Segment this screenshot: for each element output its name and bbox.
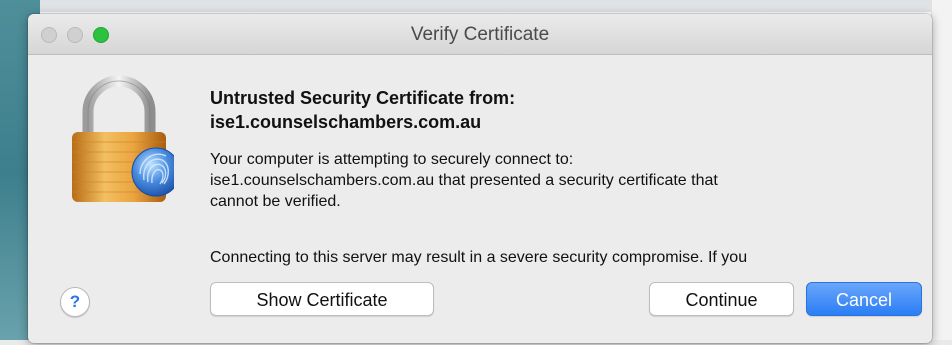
headline-line-1: Untrusted Security Certificate from:	[210, 88, 516, 108]
background-window-edge	[931, 0, 952, 345]
window-title: Verify Certificate	[410, 24, 550, 45]
message-line-1: Your computer is attempting to securely …	[210, 151, 574, 168]
message-line-3: cannot be verified.	[210, 193, 341, 210]
dialog-message: Your computer is attempting to securely …	[210, 149, 900, 212]
verify-certificate-dialog: Verify Certificate Untrusted Security Ce…	[28, 14, 932, 343]
continue-button[interactable]: Continue	[649, 282, 794, 316]
padlock-fingerprint-icon	[72, 75, 174, 202]
headline-line-2: ise1.counselschambers.com.au	[210, 112, 482, 132]
cancel-button[interactable]: Cancel	[806, 282, 922, 316]
message-line-2: ise1.counselschambers.com.au that presen…	[210, 172, 718, 189]
title-bar: Verify Certificate	[28, 14, 932, 55]
dialog-headline: Untrusted Security Certificate from: ise…	[210, 86, 890, 134]
show-certificate-button[interactable]: Show Certificate	[210, 282, 434, 316]
background-window-strip	[0, 0, 952, 12]
help-button[interactable]: ?	[60, 287, 90, 317]
dialog-warning: Connecting to this server may result in …	[210, 249, 748, 266]
